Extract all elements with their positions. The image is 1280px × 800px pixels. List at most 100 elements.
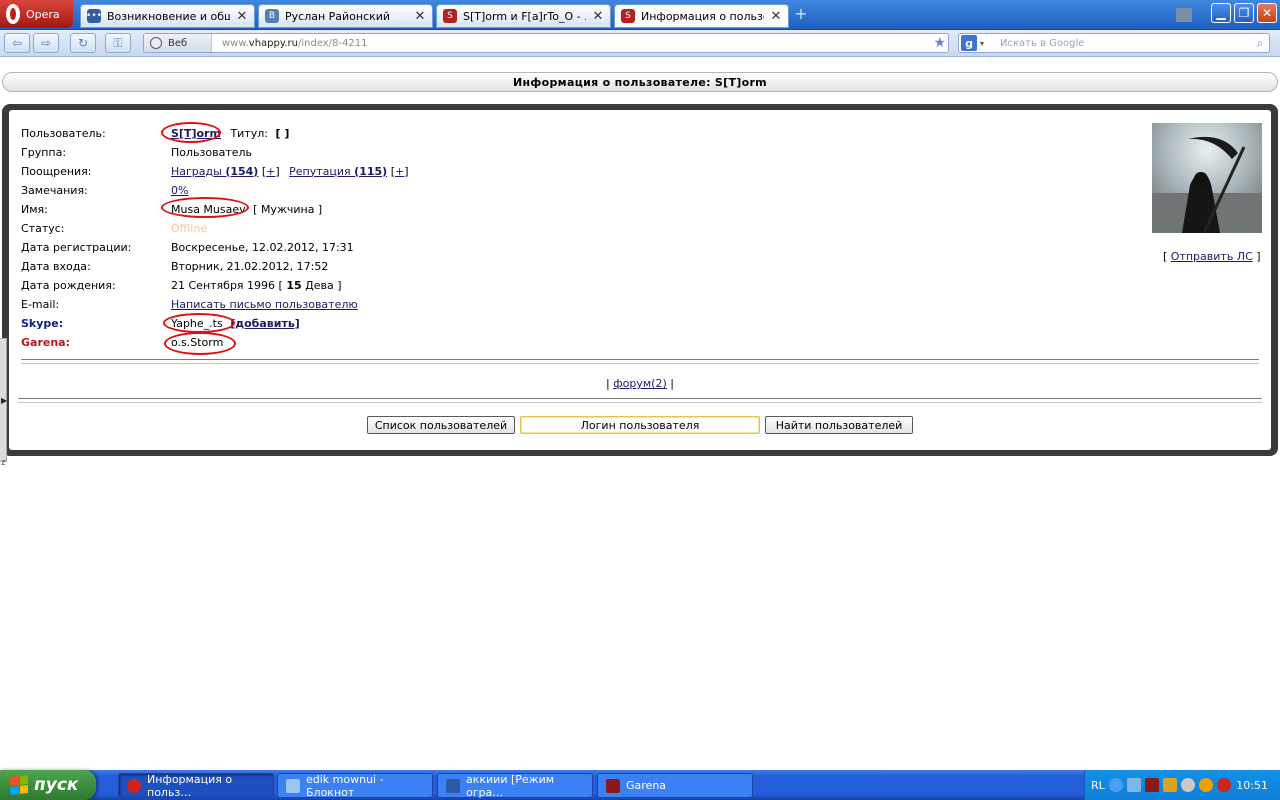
row-last-login: Дата входа: Вторник, 21.02.2012, 17:52 [21,258,328,274]
user-label: Пользователь: [21,126,106,140]
search-placeholder: Искать в Google [1000,37,1085,49]
reputation-plus-link[interactable]: + [395,165,404,178]
url-prefix: www. [222,37,249,49]
tab-storm-farto[interactable]: S S[T]orm и F[a]rTo_O - … ✕ [436,4,611,28]
minimize-button[interactable]: ▁ [1211,3,1231,23]
pause-icon[interactable] [1162,778,1177,792]
gender-value: [ Мужчина ] [253,202,323,216]
login-search-input[interactable]: Логин пользователя [520,416,760,434]
tab-ruslan[interactable]: B Руслан Районский ✕ [258,4,433,28]
awards-link[interactable]: Награды (154) [171,165,258,178]
awards-plus-link[interactable]: + [266,165,275,178]
site-favicon-icon: S [621,9,635,23]
email-label: E-mail: [21,297,60,311]
tab-title: Возникновение и общ… [107,9,230,23]
task-garena[interactable]: Garena [597,773,753,798]
last-login-label: Дата входа: [21,259,91,273]
web-label: Веб [168,37,188,49]
chevron-down-icon[interactable]: ▾ [980,39,984,48]
send-pm-link[interactable]: Отправить ЛС [1171,250,1253,263]
reputation-link[interactable]: Репутация (115) [289,165,387,178]
new-tab-button[interactable]: + [793,6,809,23]
zodiac-value: Дева ] [305,278,342,292]
skype-label: Skype: [21,316,64,330]
last-login-value: Вторник, 21.02.2012, 17:52 [171,259,329,273]
opera-menu-label: Opera [26,7,60,21]
status-label: Статус: [21,221,65,235]
task-notepad[interactable]: edik mownui - Блокнот [277,773,433,799]
tab-title: S[T]orm и F[a]rTo_O - … [463,9,586,23]
find-users-button[interactable]: Найти пользователей [765,416,913,434]
clock: 10:51 [1236,778,1268,792]
tab-close-icon[interactable]: ✕ [414,9,426,24]
task-opera[interactable]: Информация о польз… [118,773,274,799]
wand-button[interactable]: ⚿ [105,33,131,53]
tab-close-icon[interactable]: ✕ [770,9,782,24]
system-tray: RL 10:51 [1084,770,1280,800]
send-pm: [ Отправить ЛС ] [1163,250,1261,263]
reload-button[interactable]: ↻ [70,33,96,53]
red-circle-name [161,197,249,218]
search-field[interactable]: g ▾ Искать в Google ⌕ [958,33,1270,53]
forum-link[interactable]: форум(2) [613,377,667,390]
browser-tab-bar: Opera ••• Возникновение и общ… ✕ B Русла… [0,0,1280,30]
registration-label: Дата регистрации: [21,240,132,254]
row-status: Статус: Offline [21,220,207,236]
url-field[interactable]: Веб www.vhappy.ru/index/8-4211 ★ [143,33,949,53]
vk-favicon-icon: B [265,9,279,23]
globe-icon [150,37,162,49]
garena-tray-icon[interactable] [1144,778,1159,792]
network-icon[interactable] [1126,778,1141,792]
tab-vozniknovenie[interactable]: ••• Возникновение и общ… ✕ [80,4,255,28]
skype-add-link[interactable]: [добавить] [230,317,300,330]
bookmark-star-icon[interactable]: ★ [933,35,946,51]
page-title: Информация о пользователе: S[T]orm [2,72,1278,92]
flame-icon[interactable] [1198,778,1213,792]
avatar [1152,123,1262,233]
name-label: Имя: [21,202,48,216]
reputation-count: (115) [354,164,388,178]
address-toolbar: ⇦ ⇨ ↻ ⚿ Веб www.vhappy.ru/index/8-4211 ★… [0,30,1280,57]
birthday-label: Дата рождения: [21,278,116,292]
speaker-icon[interactable] [1180,778,1195,792]
forward-button[interactable]: ⇨ [33,33,59,53]
red-circle-username [161,122,221,143]
row-birthday: Дата рождения: 21 Сентября 1996 [ 15 Дев… [21,277,342,293]
row-group: Группа: Пользователь [21,144,252,160]
notepad-icon [286,778,300,793]
arrow-right-icon: ▶ [1,396,8,405]
page-title-text: Информация о пользователе: S[T]orm [513,75,767,89]
row-rewards: Поощрения: Награды (154) [+] Репутация (… [21,164,409,178]
opera-menu-button[interactable]: Opera [0,0,73,28]
rewards-label: Поощрения: [21,164,92,178]
google-icon[interactable]: g [961,35,977,51]
garena-icon [606,778,620,793]
show-hidden-icons-icon[interactable] [1108,778,1123,792]
search-icon[interactable]: ⌕ [1251,36,1269,51]
task-title: Garena [626,779,667,792]
tab-close-icon[interactable]: ✕ [236,9,248,24]
opera-tray-icon[interactable] [1216,778,1231,792]
start-button[interactable]: пуск [0,770,96,800]
windows-taskbar: пуск Информация о польз… edik mownui - Б… [0,770,1280,800]
row-registration: Дата регистрации: Воскресенье, 12.02.201… [21,239,354,255]
url-host: vhappy.ru [248,37,298,49]
restore-button[interactable]: ❐ [1234,3,1254,23]
task-word[interactable]: аккиии [Режим огра… [437,772,593,799]
red-circle-skype [163,313,235,333]
tab-user-info[interactable]: S Информация о пользо… ✕ [614,4,789,28]
age-value: 15 [286,278,302,292]
web-chip[interactable]: Веб [144,34,212,52]
row-skype: Skype: Yaphe_.ts [добавить] [21,315,300,331]
remarks-link[interactable]: 0% [171,184,188,197]
back-button[interactable]: ⇦ [4,33,30,53]
task-title: аккиии [Режим огра… [466,772,555,799]
close-window-button[interactable]: ✕ [1257,3,1277,23]
tab-title: Информация о пользо… [641,9,764,23]
email-link[interactable]: Написать письмо пользователю [171,298,358,311]
tab-close-icon[interactable]: ✕ [592,9,604,24]
users-list-button[interactable]: Список пользователей [367,416,515,434]
language-indicator[interactable]: RL [1091,779,1105,792]
trash-icon[interactable] [1176,8,1192,22]
status-value: Offline [171,221,208,235]
